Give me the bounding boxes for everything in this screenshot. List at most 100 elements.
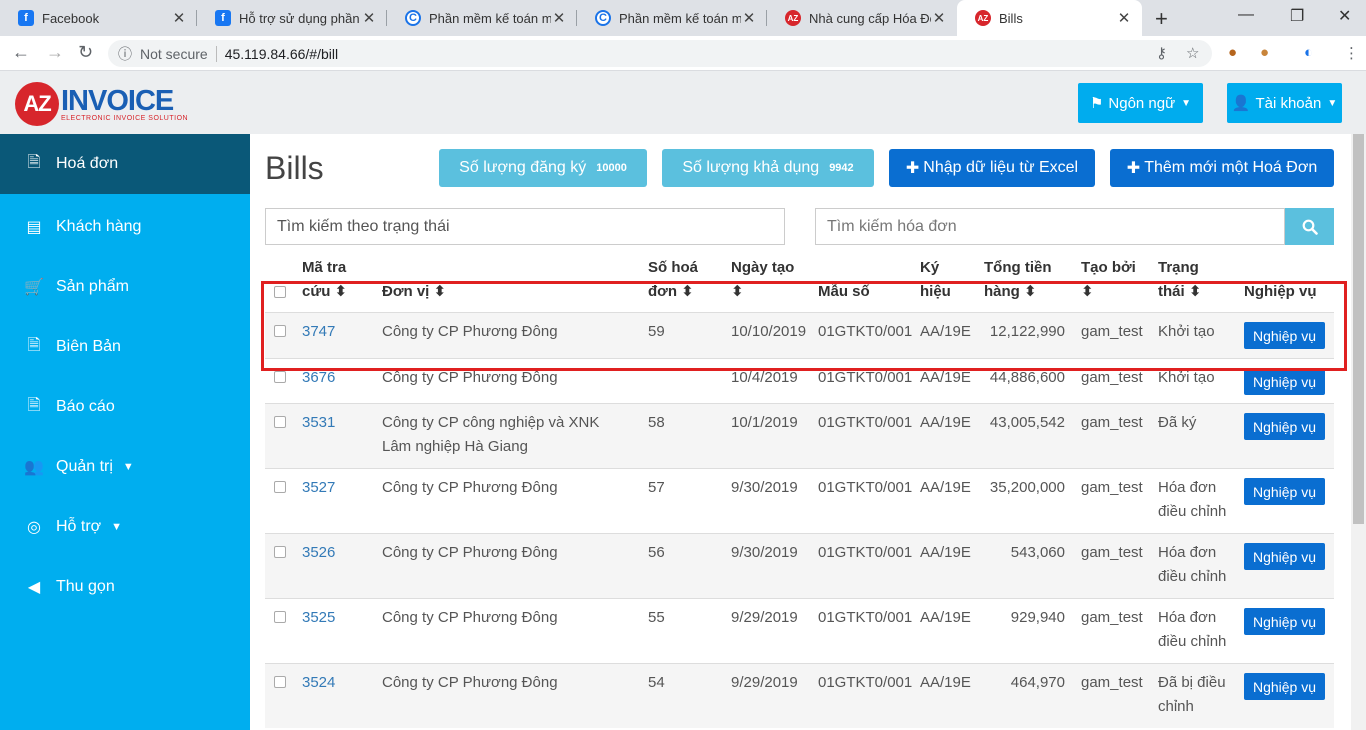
invoice-search-input[interactable]: Tìm kiếm hóa đơn: [815, 208, 1285, 245]
file-icon: 🗎: [27, 396, 41, 414]
browser-tab-provider[interactable]: AZ Nhà cung cấp Hóa Đơn ✕: [767, 0, 957, 36]
close-icon[interactable]: ✕: [931, 9, 947, 27]
header-text: Số hoá: [648, 259, 699, 276]
key-icon[interactable]: ⚷: [1156, 44, 1167, 62]
browser-tab-accounting-2[interactable]: C Phần mềm kế toán miễ ✕: [577, 0, 767, 36]
header-text: Ký: [920, 259, 940, 276]
back-icon[interactable]: ←: [12, 42, 30, 63]
extension-cookie-icon[interactable]: ●: [1228, 44, 1237, 61]
cart-icon: 🛒: [24, 279, 44, 296]
action-button[interactable]: Nghiệp vụ: [1244, 608, 1325, 635]
azinvoice-icon: AZ: [785, 10, 801, 26]
browser-tab-bar: f Facebook ✕ f Hỗ trợ sử dụng phần m ✕ C…: [0, 0, 1366, 36]
close-icon[interactable]: ✕: [171, 9, 187, 27]
caret-down-icon: ▼: [122, 461, 134, 473]
window-close-icon[interactable]: ✕: [1338, 6, 1351, 26]
lookup-code-link[interactable]: 3531: [302, 411, 335, 435]
maximize-icon[interactable]: ❐: [1290, 6, 1304, 26]
logo[interactable]: AZ INVOICE ELECTRONIC INVOICE SOLUTION: [15, 82, 188, 126]
sidebar-item-collapse[interactable]: ◀ Thu gọn: [0, 557, 250, 617]
close-icon[interactable]: ✕: [1116, 9, 1132, 27]
header-text: Tổng tiền: [984, 259, 1052, 276]
unit-line: Lâm nghiệp Hà Giang: [382, 438, 528, 455]
c-logo-icon: C: [595, 10, 611, 26]
sidebar-item-invoices[interactable]: 🗎 Hoá đơn: [0, 134, 250, 194]
cookie-icon[interactable]: ●: [1260, 44, 1269, 61]
row-checkbox[interactable]: [274, 416, 286, 428]
status-line: điều chỉnh: [1158, 568, 1227, 585]
sidebar-item-reports[interactable]: 🗎 Báo cáo: [0, 377, 250, 437]
browser-tab-support[interactable]: f Hỗ trợ sử dụng phần m ✕: [197, 0, 387, 36]
extension-c-icon[interactable]: ◐: [1304, 44, 1313, 61]
header-text: Trạng: [1158, 259, 1199, 276]
sidebar-item-minutes[interactable]: 🗎 Biên Bản: [0, 317, 250, 377]
minimize-icon[interactable]: —: [1238, 6, 1254, 24]
plus-icon: ✚: [1126, 160, 1141, 177]
menu-icon[interactable]: ⋮: [1344, 44, 1359, 62]
sidebar-item-label: Báo cáo: [56, 398, 115, 415]
info-icon[interactable]: ⓘ: [118, 44, 132, 64]
template-cell: 01GTKT0/001: [818, 674, 913, 691]
import-label: Nhập dữ liệu từ Excel: [923, 159, 1079, 176]
table-row: 3531 Công ty CP công nghiệp và XNK Lâm ngh…: [265, 403, 1334, 468]
available-count-badge: 9942: [829, 162, 854, 174]
sidebar-item-support[interactable]: ◎ Hỗ trợ ▼: [0, 497, 250, 557]
row-checkbox[interactable]: [274, 481, 286, 493]
invoice-number-cell: 54: [648, 674, 665, 691]
url-field[interactable]: ⓘ Not secure 45.119.84.66/#/bill: [108, 40, 1212, 67]
lookup-code-link[interactable]: 3526: [302, 541, 335, 565]
search-button[interactable]: [1285, 208, 1334, 245]
browser-address-bar: ← → ↻ ⓘ Not secure 45.119.84.66/#/bill ⚷…: [0, 36, 1366, 71]
language-button[interactable]: ⚑ Ngôn ngữ ▼: [1078, 83, 1203, 123]
close-icon[interactable]: ✕: [741, 9, 757, 27]
sidebar-item-label: Sản phẩm: [56, 278, 129, 295]
sidebar-item-customers[interactable]: ▤ Khách hàng: [0, 197, 250, 257]
status-cell: Đã ký: [1158, 411, 1196, 435]
close-icon[interactable]: ✕: [361, 9, 377, 27]
lookup-code-link[interactable]: 3524: [302, 671, 335, 695]
action-button[interactable]: Nghiệp vụ: [1244, 543, 1325, 570]
browser-tab-bills[interactable]: AZ Bills ✕: [957, 0, 1142, 36]
action-button[interactable]: Nghiệp vụ: [1244, 478, 1325, 505]
invoice-search-placeholder: Tìm kiếm hóa đơn: [827, 217, 957, 235]
available-count-button[interactable]: Số lượng khả dụng 9942: [662, 149, 874, 187]
reload-icon[interactable]: ↻: [78, 42, 93, 63]
row-checkbox[interactable]: [274, 676, 286, 688]
status-search-placeholder: Tìm kiếm theo trạng thái: [277, 217, 450, 235]
header-text: Tạo bởi: [1081, 259, 1136, 276]
table-row: 3524 Công ty CP Phương Đông 54 9/29/2019 01G…: [265, 663, 1334, 728]
page-scrollbar[interactable]: [1351, 134, 1366, 730]
status-search-input[interactable]: Tìm kiếm theo trạng thái: [265, 208, 785, 245]
forward-icon[interactable]: →: [46, 42, 64, 63]
registered-label: Số lượng đăng ký: [459, 159, 587, 176]
scrollbar-thumb[interactable]: [1353, 134, 1364, 524]
browser-tab-facebook[interactable]: f Facebook ✕: [0, 0, 197, 36]
new-tab-icon[interactable]: +: [1155, 6, 1168, 32]
action-button[interactable]: Nghiệp vụ: [1244, 368, 1325, 395]
browser-tab-accounting-1[interactable]: C Phần mềm kế toán miễ ✕: [387, 0, 577, 36]
star-icon[interactable]: ☆: [1186, 44, 1199, 62]
registered-count-badge: 10000: [596, 162, 627, 174]
import-excel-button[interactable]: ✚ Nhập dữ liệu từ Excel: [889, 149, 1095, 187]
sidebar-item-label: Quản trị: [56, 458, 113, 475]
sidebar-item-label: Biên Bản: [56, 338, 121, 355]
lookup-code-link[interactable]: 3527: [302, 476, 335, 500]
row-checkbox[interactable]: [274, 371, 286, 383]
total-cell: 929,940: [1010, 609, 1065, 626]
language-label: Ngôn ngữ: [1108, 94, 1176, 112]
account-button[interactable]: 👤 Tài khoản ▼: [1227, 83, 1342, 123]
add-invoice-button[interactable]: ✚ Thêm mới một Hoá Đơn: [1110, 149, 1334, 187]
row-checkbox[interactable]: [274, 546, 286, 558]
action-button[interactable]: Nghiệp vụ: [1244, 413, 1325, 440]
sidebar-item-label: Hỗ trợ: [56, 518, 102, 535]
symbol-cell: AA/19E: [920, 609, 971, 626]
row-checkbox[interactable]: [274, 611, 286, 623]
close-icon[interactable]: ✕: [551, 9, 567, 27]
action-button[interactable]: Nghiệp vụ: [1244, 673, 1325, 700]
sidebar-item-label: Khách hàng: [56, 218, 142, 235]
invoice-number-cell: 56: [648, 544, 665, 561]
lookup-code-link[interactable]: 3525: [302, 606, 335, 630]
sidebar-item-admin[interactable]: 👥 Quản trị ▼: [0, 437, 250, 497]
registered-count-button[interactable]: Số lượng đăng ký 10000: [439, 149, 647, 187]
sidebar-item-products[interactable]: 🛒 Sản phẩm: [0, 257, 250, 317]
